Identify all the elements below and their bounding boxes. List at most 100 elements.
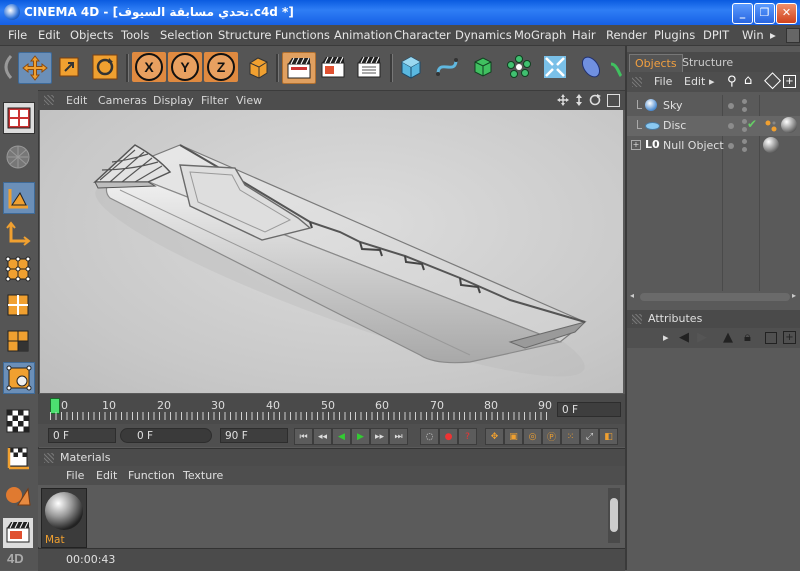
list-item[interactable]: Sky	[627, 96, 800, 116]
menu-mograph[interactable]: MoGraph	[514, 28, 566, 42]
model-mode-button[interactable]	[3, 182, 35, 214]
close-button[interactable]: ✕	[776, 3, 797, 24]
render-settings-button[interactable]	[354, 52, 384, 82]
viewport-menu-cameras[interactable]: Cameras	[98, 94, 147, 107]
new-attribute-panel-icon[interactable]: +	[783, 331, 796, 344]
scroll-right-icon[interactable]: ▸	[792, 291, 796, 300]
render-visibility-dot[interactable]	[742, 139, 747, 144]
layout-toggle-icon[interactable]	[786, 28, 800, 43]
autokey-icon[interactable]: ●	[439, 428, 458, 445]
play-backward-button[interactable]: ◀	[332, 428, 351, 445]
editor-visibility-dot[interactable]	[728, 123, 734, 129]
materials-menu-texture[interactable]: Texture	[183, 469, 223, 482]
enabled-check-icon[interactable]: ✔	[747, 117, 757, 131]
spline-pen-button[interactable]	[432, 52, 462, 82]
scene-floor-button[interactable]	[576, 52, 606, 82]
polygons-mode-button[interactable]	[3, 326, 33, 356]
menu-structure[interactable]: Structure	[218, 28, 272, 42]
menu-selection[interactable]: Selection	[160, 28, 213, 42]
forward-arrow-icon[interactable]: ▶	[697, 330, 707, 345]
material-tag-icon[interactable]	[781, 117, 797, 133]
search-icon[interactable]: ⚲	[727, 74, 737, 89]
material-tag-icon[interactable]	[763, 137, 779, 153]
play-forward-button[interactable]: ▶	[351, 428, 370, 445]
frame-range-slider[interactable]: 0 F	[120, 428, 212, 443]
cube-primitive-button[interactable]	[396, 52, 426, 82]
tab-objects[interactable]: Objects	[629, 54, 683, 73]
menu-overflow-arrow[interactable]: ▸	[770, 28, 776, 42]
keyframe-selection-icon[interactable]: ?	[458, 428, 477, 445]
tag-icon[interactable]	[764, 119, 778, 133]
key-parameter-icon[interactable]: Ⓟ	[542, 428, 561, 445]
next-key-button[interactable]: ▸▸	[370, 428, 389, 445]
menu-window[interactable]: Win	[742, 28, 764, 42]
menu-render[interactable]: Render	[606, 28, 647, 42]
viewport-maximize-icon[interactable]	[607, 94, 620, 107]
new-panel-icon[interactable]: +	[783, 75, 796, 88]
uv-mode-button[interactable]	[3, 362, 35, 394]
menu-functions[interactable]: Functions	[275, 28, 330, 42]
menu-character[interactable]: Character	[394, 28, 451, 42]
viewport-menu-display[interactable]: Display	[153, 94, 194, 107]
materials-menu-function[interactable]: Function	[128, 469, 175, 482]
axis-x-toggle[interactable]: X	[132, 52, 166, 82]
nurbs-button[interactable]	[468, 52, 498, 82]
object-name[interactable]: Sky	[663, 99, 682, 112]
undo-icon[interactable]	[0, 52, 14, 82]
lock-icon[interactable]: 🔒︎	[744, 330, 751, 345]
scroll-left-icon[interactable]: ◂	[630, 291, 634, 300]
current-frame-field[interactable]: 0 F	[557, 402, 621, 417]
timeline-ruler[interactable]: 0 10 20 30 40 50 60 70 80 90 0 F	[38, 394, 625, 424]
object-name[interactable]: Disc	[663, 119, 686, 132]
axis-y-toggle[interactable]: Y	[168, 52, 202, 82]
home-icon[interactable]: ⌂	[744, 73, 752, 88]
viewport-menu-view[interactable]: View	[236, 94, 262, 107]
objects-panel-grip[interactable]	[632, 77, 642, 87]
key-position-icon[interactable]: ✥	[485, 428, 504, 445]
array-button[interactable]	[504, 52, 534, 82]
up-arrow-icon[interactable]: ▲	[723, 330, 733, 345]
timeline-settings-icon[interactable]: ◧	[599, 428, 618, 445]
texture-mode-button[interactable]	[3, 406, 33, 436]
viewport-rotate-icon[interactable]	[589, 94, 601, 106]
scale-tool-button[interactable]	[54, 52, 84, 82]
points-mode-button[interactable]	[3, 254, 33, 284]
back-arrow-icon[interactable]: ◀	[679, 330, 689, 345]
menu-edit[interactable]: Edit	[38, 28, 60, 42]
objects-menu-edit[interactable]: Edit	[684, 75, 705, 88]
coordinate-system-button[interactable]	[243, 52, 273, 82]
object-list-scrollbar[interactable]: ◂ ▸	[630, 291, 796, 301]
previous-key-button[interactable]: ◂◂	[313, 428, 332, 445]
toolbar-overflow-icon[interactable]	[608, 52, 624, 82]
materials-menu-edit[interactable]: Edit	[96, 469, 117, 482]
expand-icon[interactable]: +	[631, 140, 641, 150]
layout-select-button[interactable]	[3, 102, 35, 134]
menu-hair[interactable]: Hair	[572, 28, 596, 42]
render-region-button[interactable]	[3, 518, 33, 548]
materials-scroll-thumb[interactable]	[610, 498, 618, 532]
editor-visibility-dot[interactable]	[728, 143, 734, 149]
go-to-end-button[interactable]: ⏭	[389, 428, 408, 445]
maximize-button[interactable]: ❐	[754, 3, 775, 24]
menu-plugins[interactable]: Plugins	[654, 28, 695, 42]
render-view-button[interactable]	[282, 52, 316, 84]
key-scale-icon[interactable]: ▣	[504, 428, 523, 445]
new-window-icon[interactable]	[765, 332, 777, 344]
attributes-menu-arrow-icon[interactable]: ▸	[663, 331, 669, 344]
3d-viewport[interactable]	[40, 110, 623, 393]
start-frame-field[interactable]: 0 F	[48, 428, 116, 443]
object-name[interactable]: Null Object	[663, 139, 724, 152]
tab-structure[interactable]: Structure	[677, 54, 738, 71]
list-item[interactable]: Disc ✔	[627, 116, 800, 136]
sculpt-icon[interactable]	[3, 142, 33, 172]
move-tool-button[interactable]	[18, 52, 52, 84]
filter-diamond-icon[interactable]	[764, 72, 782, 90]
minimize-button[interactable]: _	[732, 3, 753, 24]
menu-objects[interactable]: Objects	[70, 28, 113, 42]
viewport-menu-edit[interactable]: Edit	[66, 94, 87, 107]
viewport-move-icon[interactable]	[557, 94, 569, 106]
deformer-button[interactable]	[540, 52, 570, 82]
menu-file[interactable]: File	[8, 28, 27, 42]
menu-dynamics[interactable]: Dynamics	[455, 28, 512, 42]
viewport-panel-grip[interactable]	[44, 95, 54, 105]
